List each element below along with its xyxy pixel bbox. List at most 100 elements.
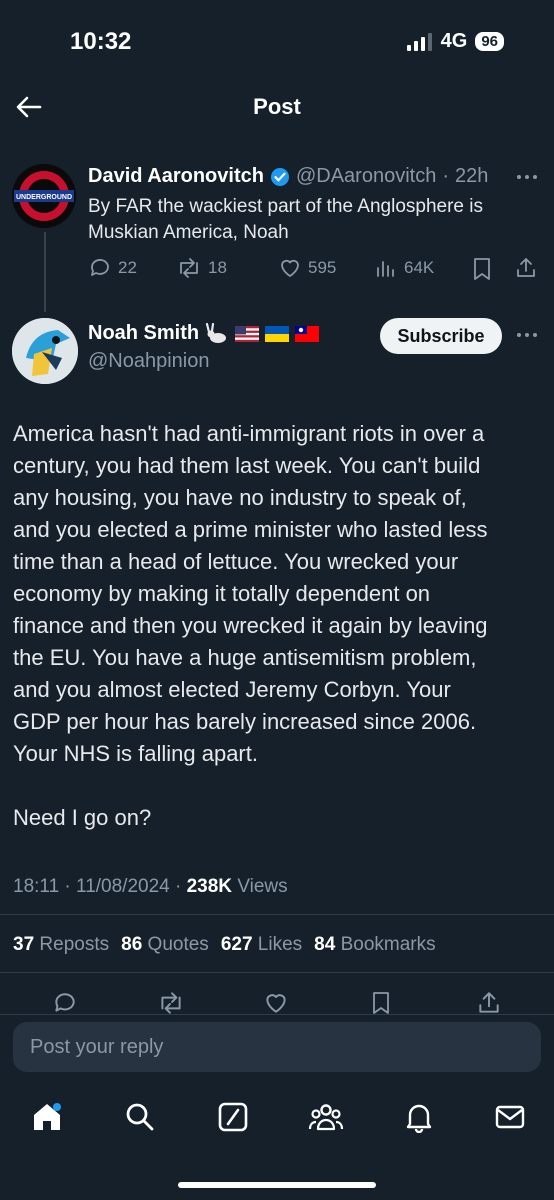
- parent-text-line: By FAR the wackiest part of the Anglosph…: [88, 196, 483, 217]
- main-bookmark-button[interactable]: [370, 990, 392, 1014]
- heart-icon: [263, 990, 289, 1014]
- quotes-count: 86: [121, 934, 143, 955]
- parent-post-header: David Aaronovitch @DAaronovitch · 22h: [88, 165, 488, 188]
- likes-label: Likes: [257, 934, 303, 955]
- tab-grok[interactable]: [217, 1101, 249, 1133]
- post-text-line: the EU. You have a huge antisemitism pro…: [13, 645, 477, 670]
- ukraine-flag-icon: [265, 325, 290, 342]
- signal-icon: [406, 32, 433, 51]
- parent-like-button[interactable]: 595: [278, 256, 336, 280]
- bell-icon: [403, 1101, 435, 1133]
- repost-icon: [176, 256, 202, 280]
- tab-search[interactable]: [124, 1101, 156, 1133]
- post-text-line: and you elected a prime minister who las…: [13, 517, 488, 542]
- reposts-stat[interactable]: 37 Reposts: [13, 934, 109, 956]
- post-text-line: America hasn't had anti-immigrant riots …: [13, 421, 485, 446]
- tab-messages[interactable]: [494, 1102, 526, 1132]
- grok-icon: [217, 1101, 249, 1133]
- parent-reply-button[interactable]: 22: [88, 256, 137, 280]
- share-icon: [514, 256, 538, 280]
- communities-icon: [308, 1101, 344, 1133]
- main-author-name[interactable]: Noah Smith: [88, 322, 199, 345]
- tab-communities[interactable]: [308, 1101, 344, 1133]
- avatar-logo-text: UNDERGROUND: [16, 194, 72, 201]
- parent-reply-count: 22: [118, 258, 137, 277]
- reply-icon: [88, 256, 112, 280]
- separator-dot: ·: [175, 876, 187, 897]
- main-repost-button[interactable]: [157, 990, 185, 1014]
- main-more-button[interactable]: [514, 322, 540, 348]
- parent-avatar[interactable]: UNDERGROUND: [12, 164, 76, 228]
- more-icon: [514, 164, 540, 190]
- bookmark-icon: [471, 257, 493, 281]
- likes-count: 627: [220, 934, 253, 955]
- post-text-line: economy by making it totally dependent o…: [13, 581, 431, 606]
- post-text-line: finance and then you wrecked it again by…: [13, 613, 488, 638]
- likes-stat[interactable]: 627 Likes: [221, 934, 302, 956]
- engagement-stats: 37 Reposts 86 Quotes 627 Likes 84 Bookma…: [13, 934, 436, 956]
- thread-line: [44, 232, 46, 312]
- post-text-line: GDP per hour has barely increased since …: [13, 709, 477, 734]
- divider: [0, 1014, 554, 1015]
- quotes-stat[interactable]: 86 Quotes: [121, 934, 209, 956]
- parent-more-button[interactable]: [514, 164, 540, 190]
- bookmarks-stat[interactable]: 84 Bookmarks: [314, 934, 435, 956]
- quotes-label: Quotes: [147, 934, 209, 955]
- home-indicator[interactable]: [178, 1182, 376, 1188]
- rabbit-emoji-icon: [205, 322, 229, 345]
- reply-input[interactable]: Post your reply: [13, 1022, 541, 1072]
- main-reply-button[interactable]: [52, 990, 78, 1014]
- network-type: 4G: [440, 30, 468, 52]
- main-action-row: [0, 978, 554, 1014]
- views-label: Views: [237, 876, 288, 897]
- post-meta: 18:11 · 11/08/2024 · 238K Views: [13, 876, 288, 898]
- post-text-line: century, you had them last week. You can…: [13, 453, 481, 478]
- parent-share-button[interactable]: [514, 256, 538, 280]
- parent-repost-button[interactable]: 18: [176, 256, 227, 280]
- post-text-line: time than a head of lettuce. You wrecked…: [13, 549, 459, 574]
- reply-icon: [52, 990, 78, 1014]
- separator-dot: ·: [442, 165, 450, 187]
- home-icon: [30, 1100, 64, 1134]
- main-share-button[interactable]: [476, 990, 502, 1014]
- main-avatar[interactable]: [12, 318, 78, 384]
- tab-notifications[interactable]: [403, 1101, 435, 1133]
- parent-timestamp: 22h: [455, 165, 489, 187]
- parent-text-line: Muskian America, Noah: [88, 222, 289, 243]
- divider: [0, 972, 554, 973]
- bookmarks-count: 84: [314, 934, 336, 955]
- post-time: 18:11: [13, 876, 60, 897]
- views-chart-icon: [374, 256, 398, 280]
- post-text-line: and you almost elected Jeremy Corbyn. Yo…: [13, 677, 451, 702]
- parent-bookmark-button[interactable]: [471, 257, 493, 281]
- reposts-count: 37: [13, 934, 35, 955]
- post-date: 11/08/2024: [76, 876, 170, 897]
- parent-post-text: By FAR the wackiest part of the Anglosph…: [88, 194, 483, 246]
- parent-views-button[interactable]: 64K: [374, 256, 434, 280]
- heart-icon: [278, 256, 302, 280]
- mail-icon: [494, 1102, 526, 1132]
- subscribe-button[interactable]: Subscribe: [380, 318, 502, 354]
- parent-like-count: 595: [308, 258, 337, 277]
- bookmark-icon: [370, 990, 392, 1014]
- divider: [0, 914, 554, 915]
- reposts-label: Reposts: [39, 934, 110, 955]
- search-icon: [124, 1101, 156, 1133]
- main-like-button[interactable]: [263, 990, 289, 1014]
- verified-badge-icon: [270, 167, 290, 187]
- parent-author-name[interactable]: David Aaronovitch: [88, 165, 264, 188]
- bookmarks-label: Bookmarks: [340, 934, 436, 955]
- parent-handle[interactable]: @DAaronovitch: [296, 165, 436, 188]
- page-title: Post: [253, 94, 301, 119]
- post-text-line: Your NHS is falling apart.: [13, 741, 258, 766]
- us-flag-icon: [235, 325, 260, 342]
- status-indicators: 4G 96: [406, 30, 504, 53]
- post-closing-line: Need I go on?: [13, 805, 152, 830]
- separator-dot: ·: [64, 876, 77, 897]
- parent-repost-count: 18: [208, 258, 227, 277]
- tab-home[interactable]: [30, 1100, 64, 1134]
- main-post-header: Noah Smith: [88, 322, 320, 345]
- main-handle[interactable]: @Noahpinion: [88, 350, 210, 373]
- repost-icon: [157, 990, 185, 1014]
